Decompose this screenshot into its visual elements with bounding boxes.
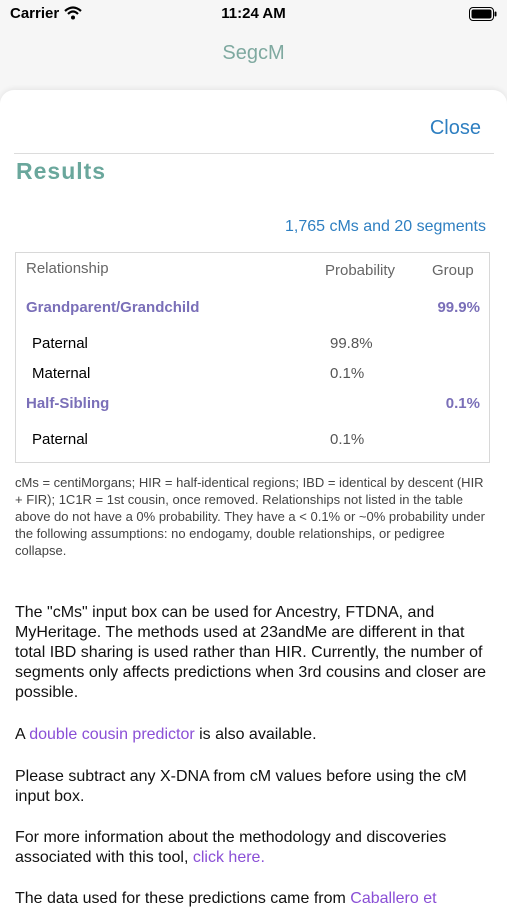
header-group: Group	[432, 262, 474, 279]
nav-title: SegcM	[222, 42, 285, 64]
group-name-half-sibling: Half-Sibling	[26, 395, 110, 412]
row-probability: 0.1%	[330, 431, 365, 448]
info-paragraph-data-source: The data used for these predictions came…	[15, 889, 495, 909]
results-title: Results	[16, 158, 107, 184]
row-label: Maternal	[32, 365, 91, 382]
status-time: 11:24 AM	[221, 5, 286, 22]
caballero-link[interactable]: Caballero et	[350, 890, 436, 907]
info-paragraph-cms: The "cMs" input box can be used for Ance…	[15, 604, 487, 701]
close-button[interactable]: Close	[430, 117, 481, 140]
footnote: cMs = centiMorgans; HIR = half-identical…	[15, 475, 485, 558]
row-label: Paternal	[32, 431, 88, 448]
header-probability: Probability	[325, 262, 396, 279]
paragraph-text: A	[15, 726, 30, 743]
paragraph-text: is also available.	[194, 726, 317, 743]
header-relationship: Relationship	[26, 260, 109, 277]
status-bar: Carrier 11:24 AM	[0, 0, 507, 28]
results-table: Relationship Probability Group Grandpare…	[15, 252, 490, 463]
click-here-link[interactable]: click here.	[193, 849, 265, 866]
row-probability: 99.8%	[330, 335, 373, 352]
paragraph-text: The data used for these predictions came…	[15, 890, 351, 907]
row-label: Paternal	[32, 335, 88, 352]
info-paragraph-methodology: For more information about the methodolo…	[15, 828, 495, 868]
results-summary: 1,765 cMs and 20 segments	[284, 218, 486, 235]
row-probability: 0.1%	[330, 365, 365, 382]
info-paragraph-double-cousin: A double cousin predictor is also availa…	[15, 725, 495, 745]
info-paragraph-xdna: Please subtract any X-DNA from cM values…	[15, 768, 467, 805]
double-cousin-predictor-link[interactable]: double cousin predictor	[29, 726, 194, 743]
group-name-grandparent: Grandparent/Grandchild	[26, 299, 200, 316]
battery-icon	[469, 7, 497, 21]
header-divider	[14, 153, 494, 154]
group-value-grandparent: 99.9%	[437, 299, 480, 316]
results-sheet: Close Results 1,765 cMs and 20 segments …	[0, 90, 507, 910]
group-value-half-sibling: 0.1%	[445, 395, 480, 412]
